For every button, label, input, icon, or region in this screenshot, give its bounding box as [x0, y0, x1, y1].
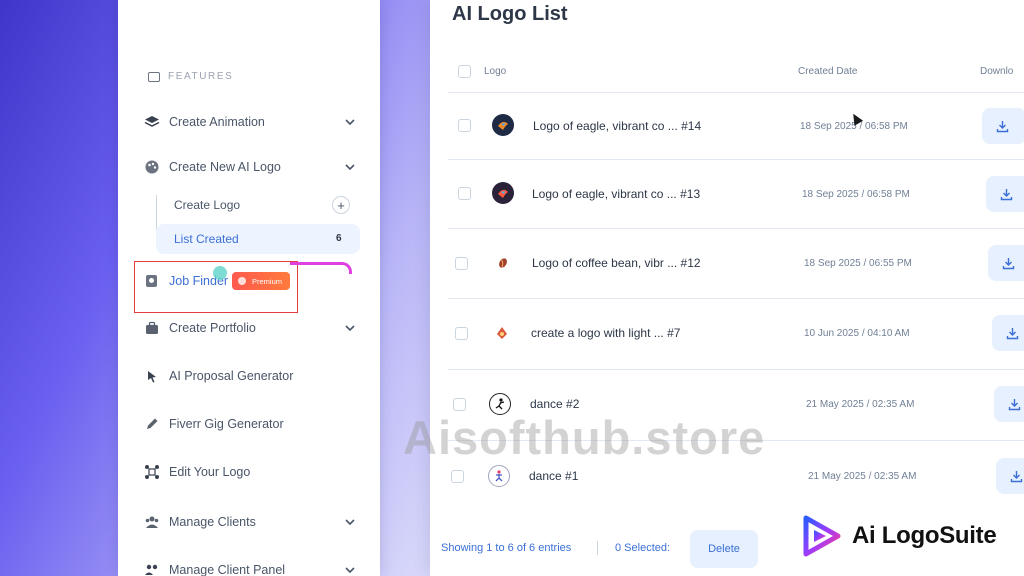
download-button[interactable] [992, 315, 1024, 351]
chevron-down-icon[interactable] [344, 322, 356, 334]
row-name[interactable]: Logo of eagle, vibrant co ... #13 [532, 187, 700, 201]
eagle-logo-thumb [492, 182, 514, 204]
chevron-down-icon[interactable] [344, 516, 356, 528]
download-button[interactable] [994, 386, 1024, 422]
chevron-down-icon[interactable] [344, 564, 356, 576]
logo-list-panel: AI Logo List Logo Created Date Downlo Lo… [430, 0, 1024, 576]
brand-name: Ai LogoSuite [852, 522, 997, 549]
features-heading-label: FEATURES [168, 71, 234, 82]
download-icon [1002, 257, 1015, 269]
nodes-icon [144, 464, 160, 480]
submenu-item-list-created[interactable]: List Created [174, 232, 239, 246]
brand-logo: Ai LogoSuite [800, 514, 997, 558]
chevron-down-icon[interactable] [344, 161, 356, 173]
row-divider [448, 92, 1024, 93]
row-checkbox[interactable] [455, 327, 468, 340]
users-icon [144, 514, 160, 530]
download-button[interactable] [996, 458, 1024, 494]
footer-divider [597, 541, 598, 555]
download-button[interactable] [986, 176, 1024, 212]
plus-icon[interactable]: + [332, 196, 350, 214]
row-date: 21 May 2025 / 02:35 AM [806, 399, 915, 410]
play-logo-icon [803, 515, 841, 557]
highlight-annotation-stroke [290, 262, 352, 274]
download-icon [996, 120, 1009, 132]
sidebar-item-label: Create Animation [169, 115, 265, 129]
layers-icon [144, 114, 160, 130]
row-checkbox[interactable] [455, 257, 468, 270]
pen-icon [144, 416, 160, 432]
pagination-info: Showing 1 to 6 of 6 entries [441, 542, 572, 554]
row-name[interactable]: create a logo with light ... #7 [531, 326, 680, 340]
features-icon [148, 71, 160, 82]
row-date: 18 Sep 2025 / 06:55 PM [804, 258, 912, 269]
download-icon [1008, 398, 1021, 410]
column-header-created-date[interactable]: Created Date [798, 66, 857, 77]
row-checkbox[interactable] [458, 119, 471, 132]
sidebar-item-create-animation[interactable]: Create Animation [144, 114, 356, 130]
sidebar-item-label: Fiverr Gig Generator [169, 417, 284, 431]
row-name[interactable]: Logo of coffee bean, vibr ... #12 [532, 256, 701, 270]
sidebar-item-label: Manage Clients [169, 515, 256, 529]
row-date: 18 Sep 2025 / 06:58 PM [802, 189, 910, 200]
sidebar-item-ai-proposal-generator[interactable]: AI Proposal Generator [144, 368, 356, 384]
sidebar-item-create-portfolio[interactable]: Create Portfolio [144, 320, 356, 336]
row-divider [448, 298, 1024, 299]
eagle-logo-thumb [492, 114, 514, 136]
cursor-sparkle-icon [144, 368, 160, 384]
row-checkbox[interactable] [451, 470, 464, 483]
select-all-checkbox[interactable] [458, 65, 471, 78]
palette-icon [144, 159, 160, 175]
download-icon [1000, 188, 1013, 200]
sidebar-item-label: Create New AI Logo [169, 160, 281, 174]
briefcase-icon [144, 320, 160, 336]
sidebar-item-manage-clients[interactable]: Manage Clients [144, 514, 356, 530]
sidebar-item-manage-client-panel[interactable]: Manage Client Panel [144, 562, 356, 576]
coffee-bean-thumb [492, 252, 514, 274]
row-checkbox[interactable] [458, 187, 471, 200]
features-heading: FEATURES [148, 71, 233, 82]
column-header-download[interactable]: Downlo [980, 66, 1013, 77]
sidebar-item-label: Edit Your Logo [169, 465, 251, 479]
sidebar-item-create-new-ai-logo[interactable]: Create New AI Logo [144, 159, 356, 175]
download-icon [1006, 327, 1019, 339]
sidebar-item-label: Create Portfolio [169, 321, 256, 335]
sidebar: FEATURES Create Animation Create New AI … [118, 0, 380, 576]
row-date: 21 May 2025 / 02:35 AM [808, 471, 917, 482]
chevron-down-icon[interactable] [344, 116, 356, 128]
selected-count: 0 Selected: [615, 542, 671, 554]
list-created-count: 6 [336, 233, 342, 244]
download-button[interactable] [988, 245, 1024, 281]
row-divider [448, 228, 1024, 229]
row-name[interactable]: Logo of eagle, vibrant co ... #14 [533, 119, 701, 133]
delete-button[interactable]: Delete [690, 530, 758, 568]
page-title: AI Logo List [452, 3, 568, 25]
submenu-item-create-logo[interactable]: Create Logo [174, 198, 240, 212]
column-header-logo[interactable]: Logo [484, 66, 506, 77]
light-logo-thumb [491, 322, 513, 344]
row-name[interactable]: dance #1 [529, 469, 578, 483]
sidebar-item-fiverr-gig-generator[interactable]: Fiverr Gig Generator [144, 416, 356, 432]
sidebar-item-label: AI Proposal Generator [169, 369, 294, 383]
row-divider [448, 369, 1024, 370]
sidebar-item-label: Manage Client Panel [169, 563, 286, 576]
dance-thumb [488, 465, 510, 487]
row-divider [448, 159, 1024, 160]
sidebar-item-edit-your-logo[interactable]: Edit Your Logo [144, 464, 356, 480]
download-icon [1010, 470, 1023, 482]
download-button[interactable] [982, 108, 1024, 144]
row-name[interactable]: dance #2 [530, 397, 579, 411]
client-panel-icon [144, 562, 160, 576]
row-date: 10 Jun 2025 / 04:10 AM [804, 328, 910, 339]
watermark-text: Aisofthub.store [403, 411, 766, 464]
highlight-annotation-box [134, 261, 298, 313]
